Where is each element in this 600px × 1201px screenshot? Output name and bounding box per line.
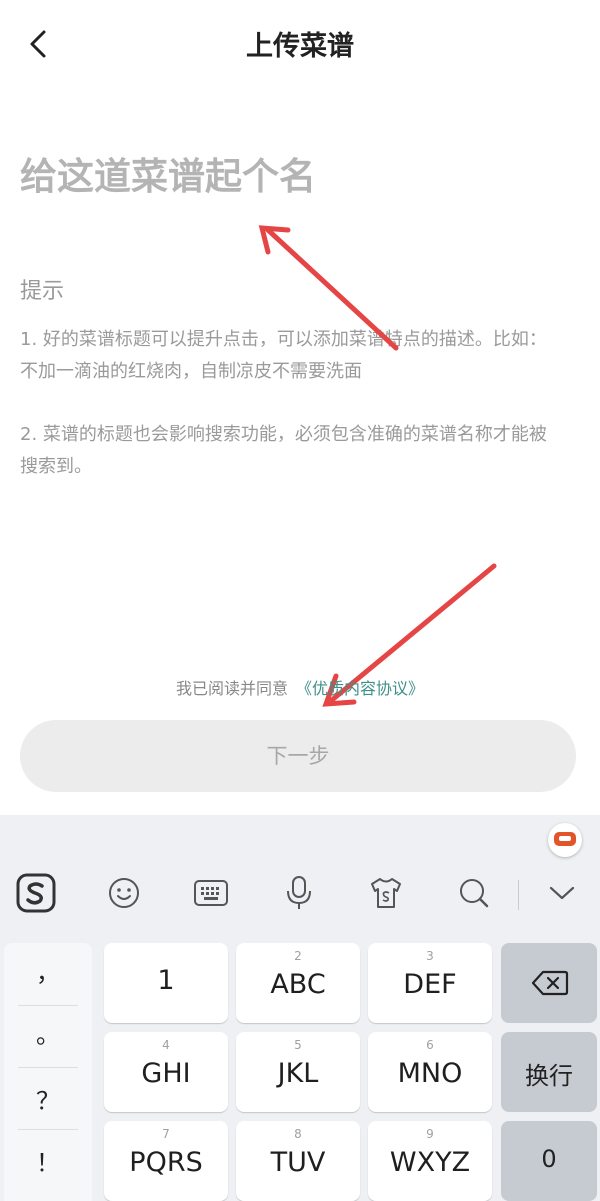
key-label: ABC xyxy=(270,969,326,1000)
toolbar-separator xyxy=(518,880,519,910)
key-number: 2 xyxy=(294,949,302,963)
key-number: 4 xyxy=(162,1038,170,1052)
punctuation-column: ， 。 ？ ！ xyxy=(4,943,92,1201)
key-label: WXYZ xyxy=(389,1147,471,1178)
skin-icon[interactable] xyxy=(362,862,410,924)
key-7-pqrs[interactable]: 7 PQRS xyxy=(104,1121,228,1201)
punct-divider xyxy=(18,1129,78,1130)
key-number: 9 xyxy=(426,1127,434,1141)
key-label: GHI xyxy=(141,1058,191,1089)
assistant-badge-icon[interactable] xyxy=(548,823,582,857)
keyboard-icon[interactable] xyxy=(187,862,235,924)
search-icon[interactable] xyxy=(450,862,498,924)
backspace-key[interactable] xyxy=(501,943,597,1023)
key-9-wxyz[interactable]: 9 WXYZ xyxy=(368,1121,492,1201)
key-5-jkl[interactable]: 5 JKL xyxy=(236,1032,360,1112)
punct-divider xyxy=(18,1067,78,1068)
key-number: 3 xyxy=(426,949,434,963)
key-6-mno[interactable]: 6 MNO xyxy=(368,1032,492,1112)
key-3-def[interactable]: 3 DEF xyxy=(368,943,492,1023)
key-4-ghi[interactable]: 4 GHI xyxy=(104,1032,228,1112)
emoji-icon[interactable] xyxy=(100,862,148,924)
newline-label: 换行 xyxy=(525,1062,573,1090)
key-number: 5 xyxy=(294,1038,302,1052)
key-0[interactable]: 0 xyxy=(501,1121,597,1201)
punct-period[interactable]: 。 xyxy=(4,1015,92,1050)
sogou-logo-icon[interactable] xyxy=(12,862,60,924)
microphone-icon[interactable] xyxy=(275,862,323,924)
key-label: 0 xyxy=(541,1145,557,1173)
newline-key[interactable]: 换行 xyxy=(501,1032,597,1112)
key-label: TUV xyxy=(270,1147,326,1178)
key-label: MNO xyxy=(397,1058,463,1089)
key-1[interactable]: 1 xyxy=(104,943,228,1023)
content-agreement-link[interactable]: 《优质内容协议》 xyxy=(296,679,424,698)
chevron-down-icon[interactable] xyxy=(538,862,586,924)
key-8-tuv[interactable]: 8 TUV xyxy=(236,1121,360,1201)
key-2-abc[interactable]: 2 ABC xyxy=(236,943,360,1023)
punct-exclamation[interactable]: ！ xyxy=(4,1143,92,1178)
punct-question[interactable]: ？ xyxy=(4,1081,92,1116)
punct-comma[interactable]: ， xyxy=(4,953,92,988)
key-label: PQRS xyxy=(129,1147,203,1178)
backspace-icon xyxy=(531,970,569,996)
key-label: JKL xyxy=(277,1058,319,1089)
key-number: 7 xyxy=(162,1127,170,1141)
key-number: 8 xyxy=(294,1127,302,1141)
agreement-text: 我已阅读并同意 xyxy=(175,679,288,698)
key-number: 6 xyxy=(426,1038,434,1052)
key-label: 1 xyxy=(157,965,175,996)
key-label: DEF xyxy=(403,969,457,1000)
punct-divider xyxy=(18,1005,78,1006)
next-step-button[interactable]: 下一步 xyxy=(20,720,576,792)
agreement-row: 我已阅读并同意 《优质内容协议》 xyxy=(0,675,600,699)
